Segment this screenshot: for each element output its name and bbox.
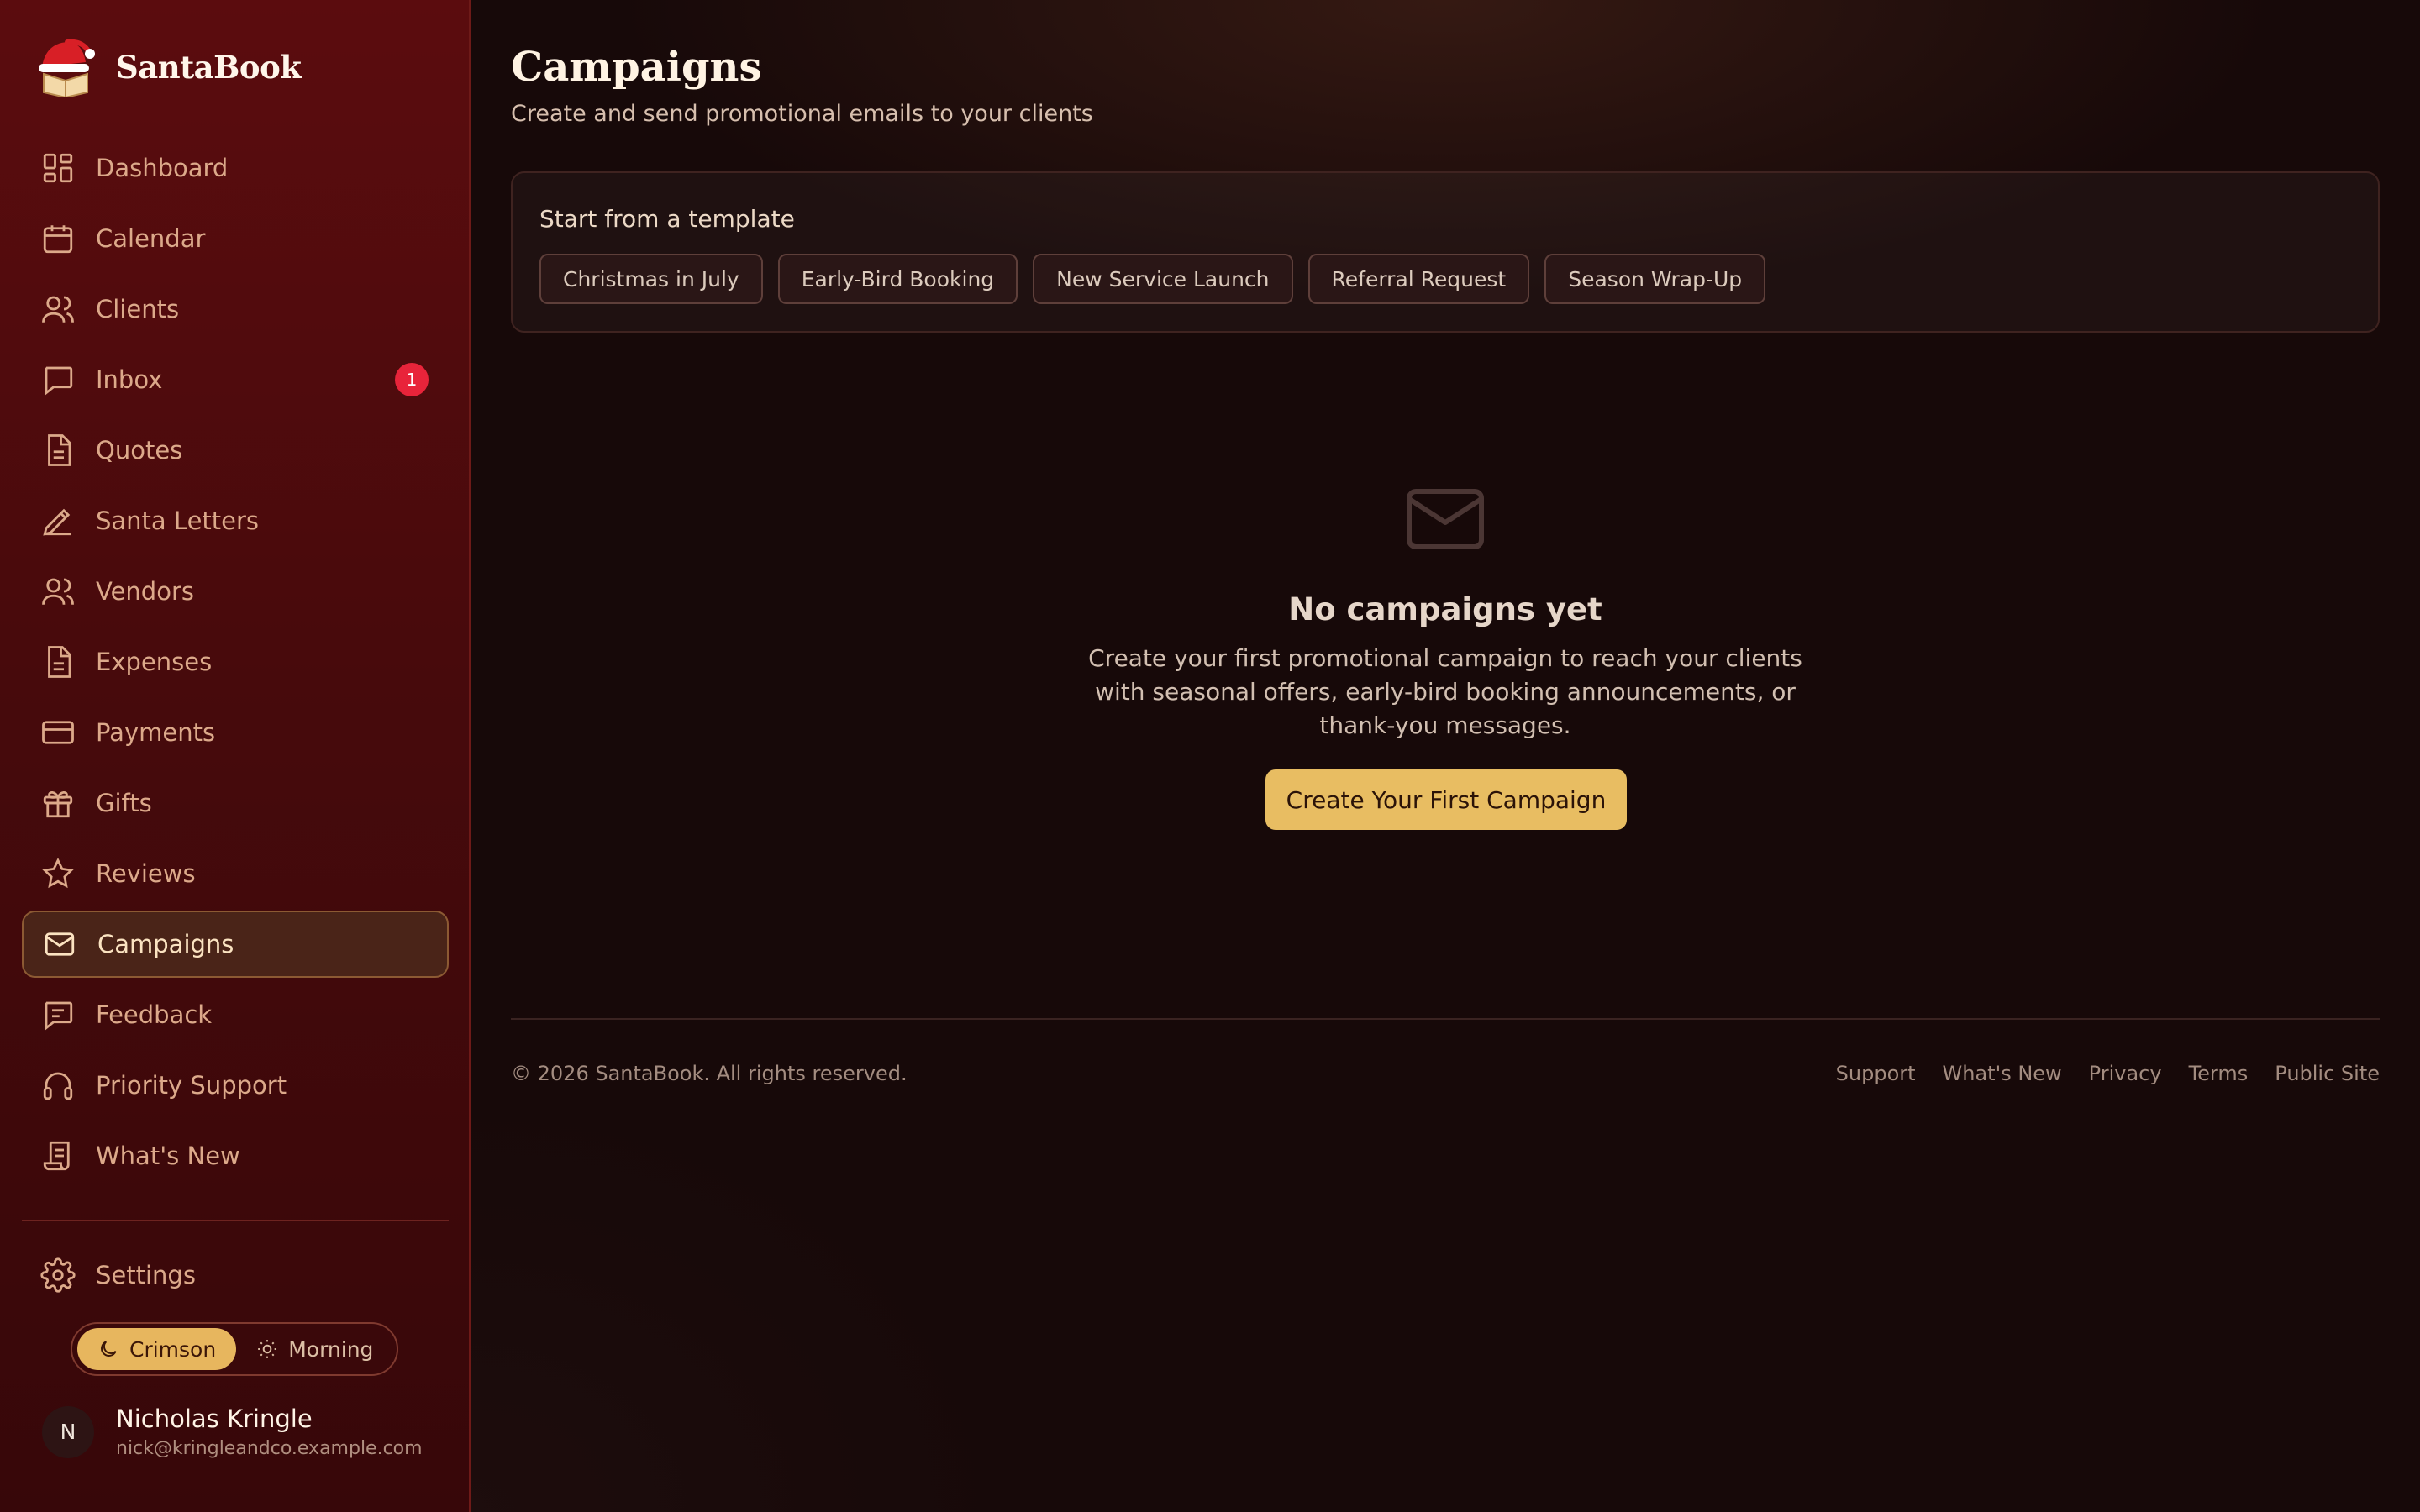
gear-icon [40,1257,76,1293]
pen-icon [43,508,71,536]
user-info: Nicholas Kringle nick@kringleandco.examp… [116,1404,423,1459]
calendar-icon [43,225,73,254]
avatar: N [42,1405,94,1458]
sidebar-item-whats-new[interactable]: What's New [22,1122,449,1189]
headphones-icon [43,1072,73,1100]
template-chip-referral-request[interactable]: Referral Request [1307,254,1530,304]
user-email: nick@kringleandco.example.com [116,1438,423,1459]
sidebar-item-quotes[interactable]: Quotes [22,417,449,484]
sidebar-item-label: Settings [96,1261,196,1289]
sidebar-item-calendar[interactable]: Calendar [22,205,449,272]
template-chip-early-bird-booking[interactable]: Early-Bird Booking [777,254,1018,304]
theme-morning-button[interactable]: Morning [236,1328,393,1370]
inbox-count-badge: 1 [395,363,429,396]
empty-state-description: Create your first promotional campaign t… [1088,644,1802,739]
sidebar-item-label: What's New [96,1142,240,1170]
template-chip-christmas-in-july[interactable]: Christmas in July [539,254,763,304]
sidebar-item-vendors[interactable]: Vendors [22,558,449,625]
footer-link-privacy[interactable]: Privacy [2089,1062,2162,1085]
sidebar-item-label: Santa Letters [96,507,260,535]
footer-link-public-site[interactable]: Public Site [2275,1062,2380,1085]
footer-link-support[interactable]: Support [1836,1062,1916,1085]
sidebar-item-expenses[interactable]: Expenses [22,628,449,696]
page-subtitle: Create and send promotional emails to yo… [511,101,1093,127]
dashboard-icon [43,153,73,183]
template-chip-new-service-launch[interactable]: New Service Launch [1033,254,1293,304]
document-icon [48,646,71,678]
star-icon [42,858,74,889]
page-title: Campaigns [511,44,762,91]
main-content: Campaigns Create and send promotional em… [471,0,2420,1512]
footer-link-terms[interactable]: Terms [2189,1062,2249,1085]
sidebar-item-label: Expenses [96,648,213,676]
scroll-icon [43,1141,70,1171]
sidebar-item-dashboard[interactable]: Dashboard [22,134,449,202]
footer-links: Support What's New Privacy Terms Public … [1809,1062,2380,1085]
sidebar-item-label: Reviews [96,859,196,888]
credit-card-icon [42,721,74,744]
sidebar-item-reviews[interactable]: Reviews [22,840,449,907]
sidebar-item-payments[interactable]: Payments [22,699,449,766]
template-chip-list: Christmas in July Early-Bird Booking New… [539,254,1781,304]
document-icon [48,434,71,466]
sidebar-item-label: Vendors [96,577,194,606]
sidebar-item-label: Campaigns [97,930,234,958]
message-lines-icon [45,1001,73,1031]
sidebar-item-settings[interactable]: Settings [22,1242,449,1309]
sidebar-item-label: Dashboard [96,154,229,182]
sidebar-item-campaigns[interactable]: Campaigns [22,911,449,978]
sidebar-item-priority-support[interactable]: Priority Support [22,1052,449,1119]
sidebar-item-label: Payments [96,718,216,747]
footer-divider [511,1018,2380,1020]
sidebar-item-gifts[interactable]: Gifts [22,769,449,837]
sun-icon [258,1340,277,1358]
sidebar-item-label: Feedback [96,1000,213,1029]
users-icon [42,296,74,323]
sidebar-item-label: Calendar [96,224,206,253]
footer-link-whats-new[interactable]: What's New [1943,1062,2062,1085]
sidebar-item-label: Clients [96,295,180,323]
empty-state-title: No campaigns yet [1288,591,1602,627]
sidebar-divider [22,1220,449,1221]
template-card: Start from a template Christmas in July … [511,171,2380,333]
mail-icon [45,932,75,956]
sidebar-item-santa-letters[interactable]: Santa Letters [22,487,449,554]
sidebar-item-label: Priority Support [96,1071,287,1100]
santa-hat-book-icon [39,39,95,97]
create-first-campaign-button[interactable]: Create Your First Campaign [1265,769,1627,830]
template-heading: Start from a template [539,205,795,233]
moon-icon [101,1341,117,1357]
sidebar-item-clients[interactable]: Clients [22,276,449,343]
theme-crimson-button[interactable]: Crimson [77,1328,237,1370]
footer-copyright: © 2026 SantaBook. All rights reserved. [511,1062,908,1085]
theme-morning-label: Morning [288,1336,374,1362]
message-icon [45,366,73,396]
brand-name: SantaBook [116,49,302,86]
user-name: Nicholas Kringle [116,1404,313,1433]
sidebar-nav: Dashboard Calendar Clients Inbox 1 Quote… [22,134,449,1193]
users-icon [42,578,74,605]
template-chip-season-wrap-up[interactable]: Season Wrap-Up [1544,254,1766,304]
sidebar-item-label: Gifts [96,789,152,817]
mail-icon [1407,489,1484,549]
brand[interactable]: SantaBook [34,37,302,97]
sidebar-item-label: Inbox [96,365,163,394]
sidebar-item-inbox[interactable]: Inbox 1 [22,346,449,413]
theme-toggle: Crimson Morning [71,1322,398,1376]
sidebar-item-label: Quotes [96,436,183,465]
theme-crimson-label: Crimson [129,1336,217,1362]
app-root: SantaBook Dashboard Calendar Clients Inb… [0,0,2420,1512]
sidebar-item-feedback[interactable]: Feedback [22,981,449,1048]
gift-icon [43,791,73,818]
user-profile[interactable]: N Nicholas Kringle nick@kringleandco.exa… [42,1404,423,1459]
sidebar: SantaBook Dashboard Calendar Clients Inb… [0,0,471,1512]
